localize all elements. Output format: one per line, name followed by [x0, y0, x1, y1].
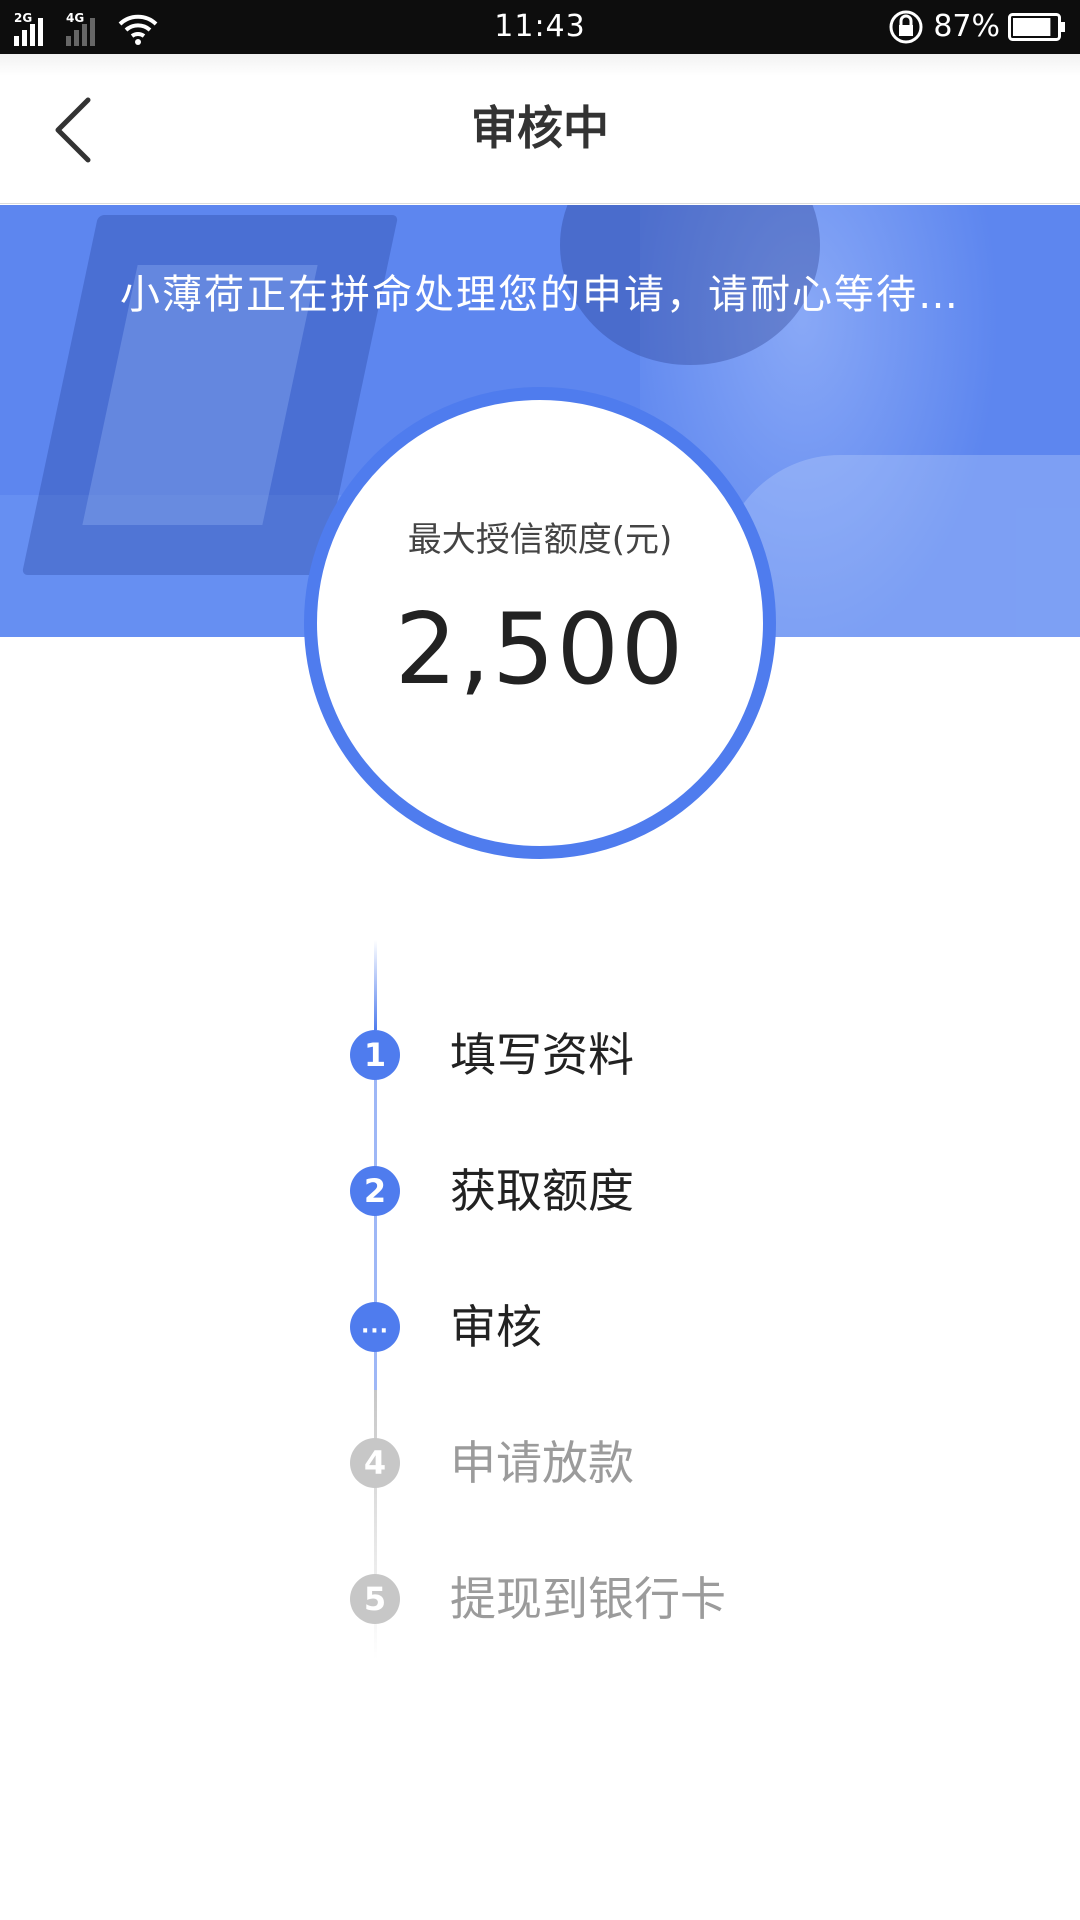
- step-number-badge: 5: [350, 1574, 400, 1624]
- step-label: 填写资料: [450, 1028, 634, 1082]
- step-item-3[interactable]: ··· 审核: [350, 1298, 950, 1358]
- battery-icon: [1008, 13, 1065, 41]
- status-right-group: 87%: [887, 9, 1066, 45]
- battery-percent: 87%: [933, 9, 1000, 44]
- step-item-4[interactable]: 4 申请放款: [350, 1434, 950, 1494]
- step-item-1[interactable]: 1 填写资料: [350, 1026, 950, 1086]
- credit-limit-circle: 最大授信额度(元) 2,500: [304, 387, 776, 859]
- steps-line-top: [374, 940, 377, 1030]
- step-label: 审核: [450, 1300, 542, 1354]
- nav-bar: 审核中: [0, 54, 1080, 204]
- step-label: 提现到银行卡: [450, 1572, 726, 1626]
- progress-steps: 1 填写资料 2 获取额度 ··· 审核 4 申请放款 5 提现到银行卡: [0, 940, 1080, 1660]
- step-label: 获取额度: [450, 1164, 634, 1218]
- step-number-badge: 4: [350, 1438, 400, 1488]
- step-label: 申请放款: [450, 1436, 634, 1490]
- step-in-progress-icon: ···: [350, 1302, 400, 1352]
- step-item-5[interactable]: 5 提现到银行卡: [350, 1570, 950, 1630]
- credit-limit-amount: 2,500: [394, 593, 686, 707]
- banner-message: 小薄荷正在拼命处理您的申请，请耐心等待…: [120, 272, 960, 318]
- step-item-2[interactable]: 2 获取额度: [350, 1162, 950, 1222]
- step-number-badge: 2: [350, 1166, 400, 1216]
- status-bar: 2G 4G 11:43 87%: [0, 0, 1080, 54]
- credit-limit-label: 最大授信额度(元): [407, 520, 673, 560]
- page-title: 审核中: [471, 101, 609, 155]
- rotation-lock-icon: [889, 10, 923, 44]
- step-number-badge: 1: [350, 1030, 400, 1080]
